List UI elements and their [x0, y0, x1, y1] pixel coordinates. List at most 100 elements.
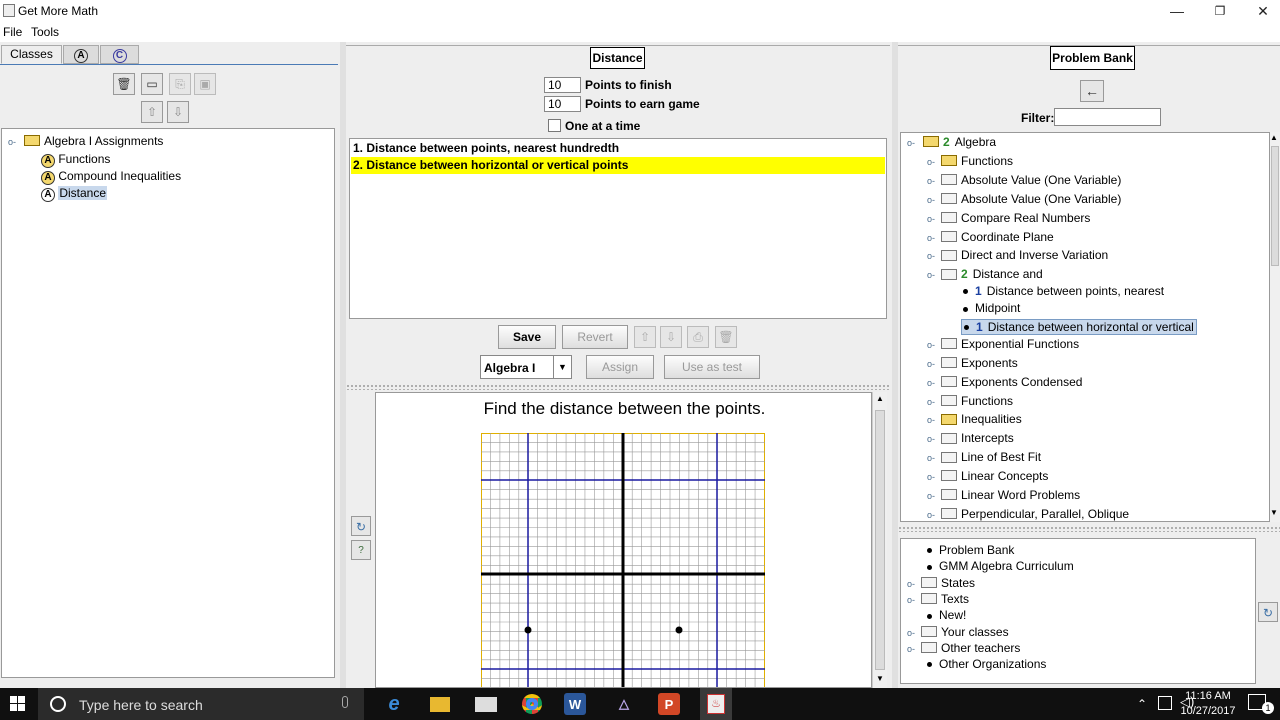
use-as-test-button[interactable]: Use as test	[664, 355, 760, 379]
tree-folder-item[interactable]: Functions	[941, 154, 1013, 168]
problem-list-item[interactable]: 1. Distance between points, nearest hund…	[351, 140, 885, 157]
tree-folder-item[interactable]: Coordinate Plane	[941, 230, 1054, 244]
taskbar-search[interactable]: Type here to search	[38, 688, 364, 720]
preview-scrollbar[interactable]: ▲ ▼	[872, 392, 887, 688]
scroll-thumb[interactable]	[1271, 146, 1279, 266]
tree-node-compound-inequalities[interactable]: A Compound Inequalities	[41, 169, 181, 185]
source-leaf-item[interactable]: Other Organizations	[927, 657, 1046, 671]
splitter-horizontal[interactable]	[898, 526, 1280, 532]
menu-tools[interactable]: Tools	[31, 25, 59, 39]
folder-icon[interactable]: ▭	[141, 73, 163, 95]
tab-curriculum[interactable]: C	[100, 45, 139, 64]
tree-expand-icon[interactable]: o-	[927, 491, 935, 501]
chevron-up-icon[interactable]: ⌃	[1137, 697, 1147, 711]
print-icon[interactable]: ⎙	[687, 326, 709, 348]
microphone-icon[interactable]	[342, 696, 348, 708]
tree-expand-icon[interactable]: o-	[927, 378, 935, 388]
tab-assignments[interactable]: A	[63, 45, 99, 64]
source-folder-item[interactable]: States	[921, 576, 975, 590]
tree-expand-icon[interactable]: o-	[927, 157, 935, 167]
copy-icon[interactable]: ⎘	[169, 73, 191, 95]
tree-leaf-item[interactable]: 1 Distance between points, nearest	[963, 284, 1164, 298]
tree-expand-icon[interactable]: o-	[927, 233, 935, 243]
tree-folder-item[interactable]: Exponents	[941, 356, 1018, 370]
network-icon[interactable]	[1158, 696, 1172, 710]
tree-folder-item[interactable]: Absolute Value (One Variable)	[941, 192, 1121, 206]
scroll-up-arrow-icon[interactable]: ▲	[1270, 133, 1278, 142]
revert-button[interactable]: Revert	[562, 325, 628, 349]
tree-scrollbar[interactable]: ▲ ▼	[1270, 132, 1280, 522]
word-icon[interactable]: W	[564, 693, 586, 715]
tree-expand-icon[interactable]: o-	[927, 195, 935, 205]
source-folder-item[interactable]: Your classes	[921, 625, 1009, 639]
minimize-button[interactable]: —	[1154, 0, 1200, 22]
tree-folder-item[interactable]: Line of Best Fit	[941, 450, 1041, 464]
tree-expand-icon[interactable]: o-	[927, 434, 935, 444]
tree-folder-item[interactable]: Functions	[941, 394, 1013, 408]
points-to-earn-game-input[interactable]: 10	[544, 96, 581, 112]
source-folder-item[interactable]: Texts	[921, 592, 969, 606]
tree-leaf-item[interactable]: 1 Distance between horizontal or vertical	[961, 318, 1197, 335]
delete-icon[interactable]: 🗑	[715, 326, 737, 348]
tree-folder-item[interactable]: Absolute Value (One Variable)	[941, 173, 1121, 187]
move-up-icon[interactable]: ⇧	[634, 326, 656, 348]
source-leaf-item[interactable]: Problem Bank	[927, 543, 1014, 557]
mail-icon[interactable]	[472, 692, 500, 716]
assign-button[interactable]: Assign	[586, 355, 654, 379]
tree-folder-item[interactable]: Intercepts	[941, 431, 1014, 445]
back-arrow-icon[interactable]: ←	[1080, 80, 1104, 102]
tree-expand-icon[interactable]: o-	[927, 214, 935, 224]
scroll-thumb[interactable]	[875, 410, 885, 670]
tree-node-root[interactable]: Algebra I Assignments	[24, 134, 163, 148]
tree-folder-item[interactable]: Compare Real Numbers	[941, 211, 1090, 225]
tree-folder-item[interactable]: Exponential Functions	[941, 337, 1079, 351]
source-folder-item[interactable]: Other teachers	[921, 641, 1020, 655]
clock-date[interactable]: 10/27/2017	[1178, 705, 1238, 717]
restore-button[interactable]: ❐	[1197, 0, 1243, 22]
windows-start-icon[interactable]	[10, 696, 26, 712]
tree-folder-item[interactable]: Perpendicular, Parallel, Oblique	[941, 507, 1129, 521]
tree-expand-icon[interactable]: o-	[907, 595, 915, 605]
refresh-icon[interactable]: ↻	[1258, 602, 1278, 622]
scroll-down-arrow-icon[interactable]: ▼	[1270, 508, 1278, 517]
tree-expand-icon[interactable]: o-	[907, 644, 915, 654]
source-leaf-item[interactable]: GMM Algebra Curriculum	[927, 559, 1074, 573]
tree-expand-icon[interactable]: o-	[927, 340, 935, 350]
trash-icon[interactable]: 🗑	[113, 73, 135, 95]
geogebra-icon[interactable]: △	[610, 692, 638, 716]
save-button[interactable]: Save	[498, 325, 556, 349]
points-to-finish-input[interactable]: 10	[544, 77, 581, 93]
tree-node-distance[interactable]: A Distance	[41, 186, 108, 202]
tree-leaf-item[interactable]: Midpoint	[963, 301, 1020, 315]
source-leaf-item[interactable]: New!	[927, 608, 966, 622]
tree-expand-icon[interactable]: o-	[927, 415, 935, 425]
tree-expand-icon[interactable]: o-	[907, 579, 915, 589]
tree-node-functions[interactable]: A Functions	[41, 152, 110, 168]
help-icon[interactable]: ?	[351, 540, 371, 560]
tree-expand-icon[interactable]: o-	[927, 270, 935, 280]
tree-expand-icon[interactable]: o-	[907, 628, 915, 638]
tree-folder-item[interactable]: Direct and Inverse Variation	[941, 248, 1108, 262]
edge-icon[interactable]: e	[380, 692, 408, 716]
one-at-a-time-checkbox[interactable]	[548, 119, 561, 132]
tree-collapse-icon[interactable]: o-	[8, 137, 16, 147]
move-down-icon[interactable]: ⇩	[167, 101, 189, 123]
tree-expand-icon[interactable]: o-	[927, 453, 935, 463]
file-explorer-icon[interactable]	[426, 692, 454, 716]
tree-expand-icon[interactable]: o-	[927, 176, 935, 186]
course-select[interactable]: Algebra I ▼	[480, 355, 572, 379]
tree-folder-item[interactable]: Linear Word Problems	[941, 488, 1080, 502]
tree-expand-icon[interactable]: o-	[927, 397, 935, 407]
problem-list-item-selected[interactable]: 2. Distance between horizontal or vertic…	[351, 157, 885, 174]
tree-node-root[interactable]: 2 Algebra	[923, 135, 996, 149]
splitter-horizontal[interactable]	[346, 384, 890, 390]
tree-folder-item[interactable]: Exponents Condensed	[941, 375, 1082, 389]
scroll-down-arrow-icon[interactable]: ▼	[873, 674, 887, 683]
tree-collapse-icon[interactable]: o-	[907, 138, 915, 148]
move-up-icon[interactable]: ⇧	[141, 101, 163, 123]
java-app-taskbar-button[interactable]: ♨	[700, 688, 732, 720]
scroll-up-arrow-icon[interactable]: ▲	[873, 394, 887, 403]
tree-expand-icon[interactable]: o-	[927, 472, 935, 482]
powerpoint-icon[interactable]: P	[658, 693, 680, 715]
clock-time[interactable]: 11:16 AM	[1178, 690, 1238, 702]
